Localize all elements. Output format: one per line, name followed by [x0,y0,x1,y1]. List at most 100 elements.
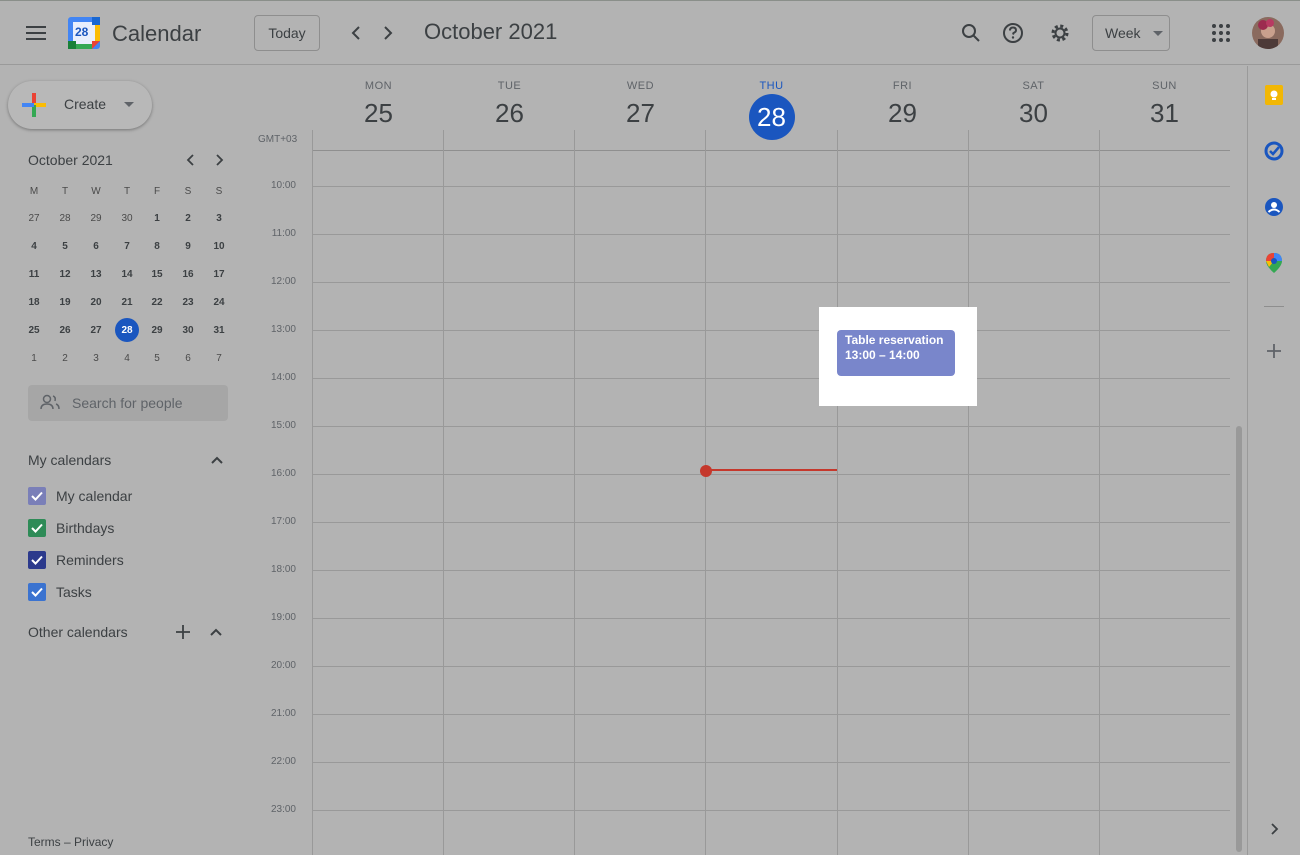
maps-button[interactable] [1263,252,1285,274]
expand-panel-button[interactable] [1266,820,1284,838]
calendar-checkbox[interactable] [28,519,46,537]
day-header-number[interactable]: 26 [444,98,575,129]
mini-day[interactable]: 2 [174,204,202,232]
add-other-calendar-button[interactable] [173,622,193,642]
mini-day[interactable]: 26 [51,316,79,344]
mini-day[interactable]: 1 [20,344,48,372]
mini-day[interactable]: 29 [82,204,110,232]
today-button[interactable]: Today [254,15,320,51]
day-header-number[interactable]: 30 [968,98,1099,129]
mini-day[interactable]: 6 [174,344,202,372]
other-calendars-header[interactable]: Other calendars [28,622,228,644]
mini-day[interactable]: 20 [82,288,110,316]
mini-day[interactable]: 13 [82,260,110,288]
hour-label: 19:00 [270,612,296,623]
mini-day[interactable]: 14 [113,260,141,288]
day-header[interactable]: FRI 29 [837,80,968,129]
settings-button[interactable] [1044,17,1076,49]
day-header[interactable]: TUE 26 [444,80,575,129]
mini-day[interactable]: 1 [143,204,171,232]
search-people-input[interactable]: Search for people [28,385,228,421]
mini-day[interactable]: 27 [20,204,48,232]
day-header[interactable]: WED 27 [575,80,706,129]
day-header[interactable]: THU 28 [706,80,837,140]
day-header-number[interactable]: 27 [575,98,706,129]
view-selector[interactable]: Week [1092,15,1170,51]
mini-day[interactable]: 10 [205,232,233,260]
mini-day[interactable]: 23 [174,288,202,316]
privacy-link[interactable]: Privacy [74,835,113,849]
mini-day[interactable]: 30 [174,316,202,344]
contacts-button[interactable] [1263,196,1285,218]
mini-day[interactable]: 3 [82,344,110,372]
my-calendars-header[interactable]: My calendars [28,450,228,472]
mini-day[interactable]: 9 [174,232,202,260]
day-header-name: MON [364,80,393,92]
mini-day[interactable]: 21 [113,288,141,316]
add-addon-button[interactable] [1264,341,1284,361]
mini-day[interactable]: 30 [113,204,141,232]
mini-day[interactable]: 7 [205,344,233,372]
calendar-item[interactable]: Tasks [28,580,92,604]
event-chip[interactable]: Table reservation 13:00 – 14:00 [837,330,955,376]
mini-day[interactable]: 6 [82,232,110,260]
grid-scrollbar[interactable] [1236,426,1242,852]
keep-button[interactable] [1263,84,1285,106]
mini-day[interactable]: 4 [20,232,48,260]
next-week-button[interactable] [374,17,402,49]
mini-prev-month-button[interactable] [180,150,200,170]
mini-day[interactable]: 24 [205,288,233,316]
calendar-item[interactable]: My calendar [28,484,132,508]
mini-day[interactable]: 22 [143,288,171,316]
collapse-other-calendars-button[interactable] [206,622,226,642]
calendar-checkbox[interactable] [28,487,46,505]
mini-day[interactable]: 5 [143,344,171,372]
mini-day[interactable]: 28 [51,204,79,232]
day-header-number[interactable]: 29 [837,98,968,129]
day-header[interactable]: SUN 31 [1099,80,1230,129]
chevron-right-icon [1271,823,1279,835]
mini-day[interactable]: 19 [51,288,79,316]
mini-day[interactable]: 7 [113,232,141,260]
mini-day[interactable]: 29 [143,316,171,344]
mini-day[interactable]: 16 [174,260,202,288]
terms-link[interactable]: Terms [28,835,61,849]
calendar-checkbox[interactable] [28,551,46,569]
mini-day[interactable]: 5 [51,232,79,260]
mini-day[interactable]: 2 [51,344,79,372]
create-button[interactable]: Create [8,81,152,129]
calendar-logo[interactable]: 28 [68,17,100,49]
day-header-number[interactable]: 28 [748,94,795,140]
day-header-number[interactable]: 31 [1099,98,1230,129]
mini-day[interactable]: 17 [205,260,233,288]
mini-day[interactable]: 18 [20,288,48,316]
mini-next-month-button[interactable] [210,150,230,170]
day-header[interactable]: MON 25 [313,80,444,129]
apps-button[interactable] [1206,17,1236,49]
mini-day[interactable]: 4 [113,344,141,372]
main-menu-button[interactable] [20,13,52,53]
mini-day[interactable]: 11 [20,260,48,288]
mini-day[interactable]: 8 [143,232,171,260]
help-button[interactable] [998,17,1028,49]
hour-gridline [312,186,1230,187]
day-header-number[interactable]: 25 [313,98,444,129]
calendar-checkbox[interactable] [28,583,46,601]
mini-day[interactable]: 15 [143,260,171,288]
mini-day[interactable]: 25 [20,316,48,344]
other-calendars-title: Other calendars [28,624,128,640]
search-button[interactable] [956,17,986,49]
calendar-item[interactable]: Reminders [28,548,124,572]
day-header-name: TUE [497,80,522,92]
mini-day[interactable]: 12 [51,260,79,288]
mini-day[interactable]: 27 [82,316,110,344]
day-header[interactable]: SAT 30 [968,80,1099,129]
mini-day[interactable]: 31 [205,316,233,344]
mini-day[interactable]: 3 [205,204,233,232]
mini-day-today[interactable]: 28 [115,318,139,342]
account-avatar[interactable] [1252,17,1284,49]
calendar-item[interactable]: Birthdays [28,516,114,540]
tasks-button[interactable] [1263,140,1285,162]
current-period-title: October 2021 [424,19,558,44]
prev-week-button[interactable] [342,17,370,49]
